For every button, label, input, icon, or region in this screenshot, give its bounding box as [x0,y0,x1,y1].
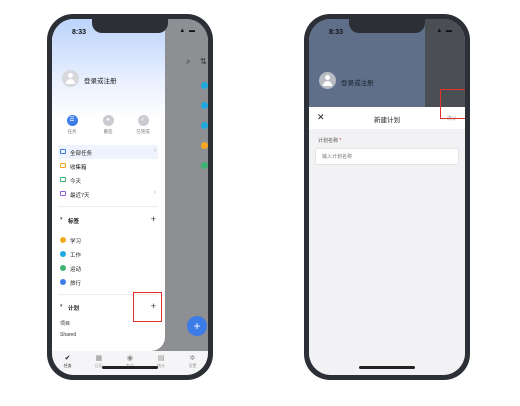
chevron-down-icon: ▾ [60,216,63,222]
status-time: 8:33 [329,29,344,36]
tag-label: 旅行 [70,281,82,287]
plan-item[interactable]: Shared [60,332,76,338]
nav-item-next-7-days[interactable]: 最近7天 › [58,187,158,201]
chevron-right-icon: › [154,190,156,196]
chevron-right-icon: › [154,148,156,154]
tab-focus[interactable]: ◉ 专注 [119,354,141,375]
new-plan-sheet: ✕ 新建计划 确认 计划名称 * [309,107,465,375]
required-mark: * [339,138,342,144]
nav-item-label: 收集箱 [70,165,87,171]
quick-action-label: 任务 [67,129,77,134]
plan-name-label: 计划名称 * [318,137,341,144]
quick-action-done[interactable]: ✓ 已完成 [130,115,156,135]
plan-item[interactable]: 项目 [60,320,70,327]
task-dot [201,122,208,129]
quick-action-pomodoro[interactable]: ● 番茄 [95,115,121,135]
phone-frame-right: 登录或注册 8:33 ▲ ▬ ✕ 新建计划 确认 计划名称 * [304,14,470,380]
list-icon: ☰ [66,115,78,126]
tab-stats[interactable]: ▤ 统计 [150,354,172,375]
signal-battery-icon: ▲ ▬ [436,28,453,34]
section-title: 计划 [68,306,80,312]
home-indicator [102,366,158,369]
phone-frame-left: 8:33 ▲ ▬ ⌕ ⇅ + 登录或注册 ☰ 任务 ● 番茄 ✓ 已完成 全部任… [47,14,213,380]
tag-item[interactable]: 运动 [58,261,158,275]
avatar[interactable] [62,70,79,87]
task-dot [201,162,208,169]
tab-label: 设置 [188,363,197,368]
task-dot [201,102,208,109]
tray-icon [60,163,66,168]
login-link: 登录或注册 [341,80,374,87]
plan-name-input[interactable] [315,148,459,165]
nav-item-label: 今天 [70,179,82,185]
notch [92,19,168,33]
today-icon [60,177,66,182]
notch [349,19,425,33]
tag-color-dot [60,237,66,243]
tag-item[interactable]: 旅行 [58,275,158,289]
add-tag-button[interactable]: + [151,214,156,224]
avatar [319,72,336,89]
check-icon: ✔ [64,355,71,362]
tag-color-dot [60,265,66,271]
tag-color-dot [60,251,66,257]
nav-list: 全部任务 › 收集箱 今天 最近7天 › [58,145,158,201]
check-icon: ✓ [137,115,149,126]
sort-icon[interactable]: ⇅ [200,57,207,66]
chevron-down-icon: ▾ [60,303,63,309]
tag-item[interactable]: 学习 [58,233,158,247]
signal-battery-icon: ▲ ▬ [179,28,196,34]
task-dot [201,142,208,149]
tag-label: 工作 [70,253,82,259]
nav-item-today[interactable]: 今天 [58,173,158,187]
nav-item-label: 最近7天 [70,193,90,199]
tab-label: 任务 [63,363,72,368]
section-title: 标签 [68,219,80,225]
highlight-box [133,292,162,322]
quick-action-label: 已完成 [136,129,150,134]
tag-item[interactable]: 工作 [58,247,158,261]
add-task-fab[interactable]: + [187,316,207,336]
gear-icon: ✲ [189,355,196,362]
calendar-icon: ▦ [95,355,103,362]
quick-action-label: 番茄 [103,129,113,134]
home-indicator [359,366,415,369]
quick-action-tasks[interactable]: ☰ 任务 [59,115,85,135]
tag-label: 学习 [70,239,82,245]
nav-item-label: 全部任务 [70,151,93,157]
week-icon [60,191,66,196]
nav-item-all-tasks[interactable]: 全部任务 › [58,145,158,159]
tab-settings[interactable]: ✲ 设置 [181,354,203,375]
tag-color-dot [60,279,66,285]
login-link[interactable]: 登录或注册 [84,75,117,85]
stats-icon: ▤ [157,355,165,362]
search-icon[interactable]: ⌕ [186,57,190,67]
tab-bar: ✔ 任务 ▦ 日历 ◉ 专注 ▤ 统计 ✲ 设置 [52,351,208,375]
screen-right: 登录或注册 8:33 ▲ ▬ ✕ 新建计划 确认 计划名称 * [309,19,465,375]
timer-icon: ◉ [126,355,134,362]
highlight-box [440,89,465,119]
tomato-icon: ● [102,115,114,126]
tab-calendar[interactable]: ▦ 日历 [88,354,110,375]
tags-list: 学习 工作 运动 旅行 [58,233,158,289]
screen-left: 8:33 ▲ ▬ ⌕ ⇅ + 登录或注册 ☰ 任务 ● 番茄 ✓ 已完成 全部任… [52,19,208,375]
tab-tasks[interactable]: ✔ 任务 [57,354,79,375]
nav-item-inbox[interactable]: 收集箱 [58,159,158,173]
inbox-icon [60,149,66,154]
task-dot [201,82,208,89]
tags-section-header[interactable]: ▾ 标签 + [58,213,158,227]
field-label-text: 计划名称 [318,138,339,144]
status-time: 8:33 [72,29,87,36]
tag-label: 运动 [70,267,82,273]
divider [58,206,158,207]
